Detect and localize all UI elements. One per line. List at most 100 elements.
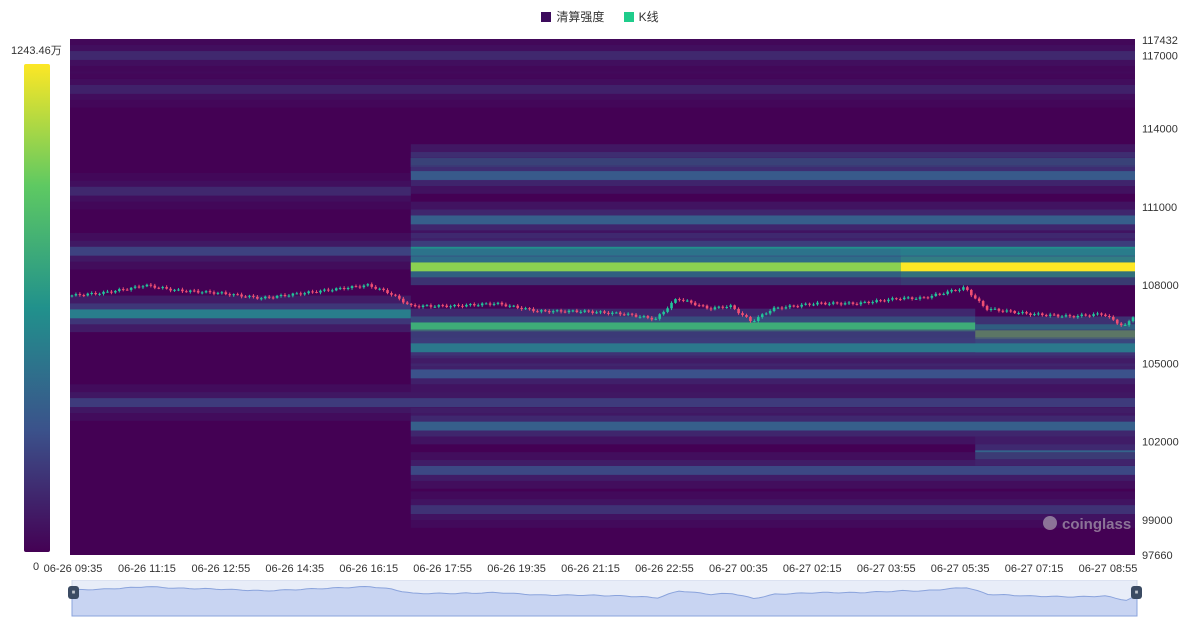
candle-body — [382, 288, 385, 291]
candle-body — [82, 295, 86, 297]
candle-body — [741, 313, 744, 316]
candle-body — [334, 288, 338, 291]
candle-body — [390, 293, 393, 295]
candle-body — [662, 311, 665, 315]
candle-body — [402, 298, 405, 303]
candle-body — [331, 290, 334, 292]
candle-body — [137, 286, 141, 288]
candle-body — [350, 286, 354, 289]
candle-body — [516, 305, 519, 308]
candle-body — [1131, 317, 1135, 322]
x-axis: 06-26 09:35 06-26 11:15 06-26 12:55 06-26 1… — [44, 563, 1138, 575]
candle-body — [279, 294, 283, 296]
candle-body — [429, 305, 433, 307]
candle-body — [200, 292, 204, 294]
x-tick-label: 06-27 03:55 — [857, 563, 916, 575]
candle-body — [473, 304, 476, 306]
candle-body — [863, 301, 867, 303]
time-range-slider[interactable]: ⏸ ⏸ — [68, 580, 1142, 618]
candle-body — [354, 286, 358, 288]
candle-body — [843, 303, 847, 305]
candle-body — [749, 316, 752, 322]
candle-body — [1025, 312, 1028, 314]
candle-body — [875, 300, 878, 303]
heat-band-3-layer-2 — [410, 171, 1135, 180]
candle-body — [500, 302, 504, 305]
heat-band-10-layer-2 — [70, 309, 411, 319]
heat-band-4-layer-2 — [70, 186, 411, 196]
candle-body — [587, 310, 590, 312]
candle-body — [622, 314, 626, 316]
candle-body — [118, 289, 121, 291]
candle-body — [252, 295, 255, 297]
heat-band-6-layer-2 — [70, 246, 411, 256]
candle-body — [504, 304, 508, 307]
candle-body — [1041, 313, 1044, 316]
candle-body — [1092, 314, 1095, 316]
candle-body — [1037, 313, 1040, 315]
heat-band-18-layer-2 — [410, 466, 1135, 475]
candle-body — [887, 299, 890, 302]
candle-body — [816, 302, 819, 305]
slider-left-handle[interactable]: ⏸ — [68, 586, 79, 599]
candle-body — [618, 312, 622, 315]
candle-body — [559, 310, 563, 312]
heat-band-14-layer-2 — [410, 369, 1135, 379]
candle-body — [1088, 315, 1091, 317]
candle-body — [847, 302, 851, 304]
y-tick-label: 117432 — [1142, 35, 1178, 47]
candle-body — [141, 286, 145, 288]
candle-body — [433, 306, 437, 308]
candle-body — [879, 300, 882, 302]
candle-body — [121, 289, 125, 291]
candle-body — [867, 301, 871, 303]
slider-right-handle[interactable]: ⏸ — [1131, 586, 1142, 599]
candle-body — [753, 320, 756, 322]
liquidation-heatmap-chart[interactable]: coinglass 117432 117000 114000 111000 108000… — [0, 0, 1200, 580]
candle-body — [476, 305, 480, 307]
x-tick-label: 06-26 22:55 — [635, 563, 694, 575]
candle-body — [686, 300, 689, 302]
candle-body — [745, 315, 748, 317]
candle-body — [985, 305, 989, 310]
x-tick-label: 06-26 11:15 — [118, 563, 176, 575]
candle-body — [1029, 313, 1032, 316]
candle-body — [94, 292, 97, 295]
x-tick-label: 06-27 05:35 — [931, 563, 990, 575]
candle-body — [757, 317, 760, 321]
candle-body — [110, 291, 113, 293]
candle-body — [895, 298, 898, 300]
candle-body — [678, 299, 681, 301]
candle-body — [366, 284, 370, 286]
heat-band-5-layer-2 — [410, 215, 1135, 225]
candle-body — [792, 305, 796, 307]
candle-body — [157, 287, 161, 289]
coinglass-logo-icon — [1043, 516, 1057, 530]
candle-body — [457, 304, 460, 306]
heat-band-8-layer-2 — [410, 262, 901, 272]
candle-body — [918, 297, 922, 299]
x-tick-label: 06-26 16:15 — [339, 563, 398, 575]
heat-band-0-layer-2 — [70, 51, 1135, 60]
candle-body — [906, 297, 910, 299]
candle-body — [1064, 315, 1068, 317]
candle-body — [670, 302, 673, 309]
candle-body — [236, 294, 239, 296]
candle-body — [693, 302, 697, 306]
candle-body — [512, 305, 516, 307]
candle-body — [271, 297, 275, 299]
candle-body — [828, 303, 831, 305]
x-tick-label: 06-27 00:35 — [709, 563, 768, 575]
candle-body — [563, 311, 567, 313]
candle-body — [934, 293, 938, 296]
candle-body — [626, 313, 630, 315]
candle-body — [705, 305, 709, 309]
candle-body — [575, 310, 579, 313]
candle-body — [1100, 313, 1103, 315]
candle-body — [220, 292, 224, 294]
heat-band-15-layer-2 — [70, 398, 1135, 408]
candle-body — [634, 314, 638, 317]
candle-body — [567, 310, 571, 313]
candle-body — [204, 291, 208, 293]
candle-body — [555, 310, 559, 312]
